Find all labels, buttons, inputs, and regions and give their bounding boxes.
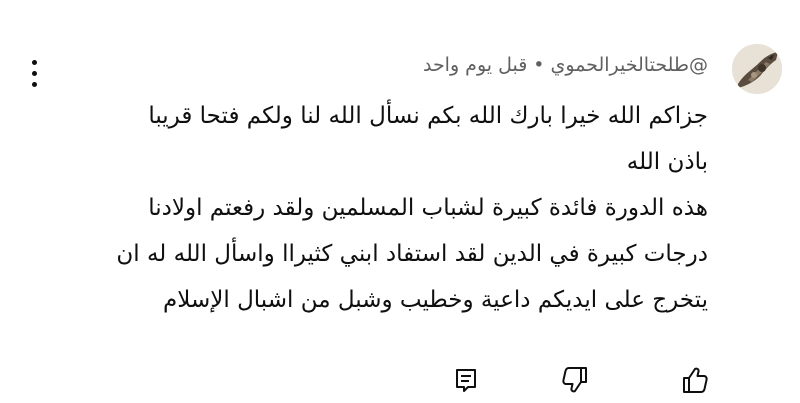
- more-options-button[interactable]: [22, 56, 46, 92]
- more-vert-icon: [32, 60, 37, 65]
- more-vert-icon-dot: [32, 71, 37, 76]
- comment-line: درجات كبيرة في الدين لقد استفاد ابني كثي…: [116, 241, 708, 267]
- comment-text: جزاكم الله خيرا بارك الله بكم نسأل الله …: [48, 93, 708, 323]
- comment-line: هذه الدورة فائدة كبيرة لشباب المسلمين ول…: [148, 195, 708, 221]
- reply-comment-icon: [456, 369, 476, 392]
- comment-line: جزاكم الله خيرا بارك الله بكم نسأل الله …: [148, 103, 708, 129]
- comment-card: @طلحتالخيرالحموي • قبل يوم واحد جزاكم الله…: [0, 0, 800, 403]
- reply-button[interactable]: [448, 362, 484, 398]
- thumb-up-icon: [683, 367, 708, 393]
- separator-dot: •: [533, 54, 545, 76]
- comment-line: يتخرج على ايديكم داعية وخطيب وشبل من اشب…: [163, 287, 708, 313]
- thumb-down-icon: [562, 367, 587, 393]
- more-vert-icon-dot: [32, 82, 37, 87]
- comment-timestamp[interactable]: قبل يوم واحد: [423, 54, 527, 76]
- avatar[interactable]: [732, 44, 782, 94]
- dislike-button[interactable]: [557, 362, 593, 398]
- like-button[interactable]: [677, 362, 713, 398]
- comment-line: باذن الله: [626, 149, 708, 175]
- author-name[interactable]: @طلحتالخيرالحموي: [551, 54, 708, 76]
- comment-header: @طلحتالخيرالحموي • قبل يوم واحد: [423, 52, 708, 78]
- avatar-image: [732, 44, 782, 94]
- comment-actions: [0, 362, 800, 398]
